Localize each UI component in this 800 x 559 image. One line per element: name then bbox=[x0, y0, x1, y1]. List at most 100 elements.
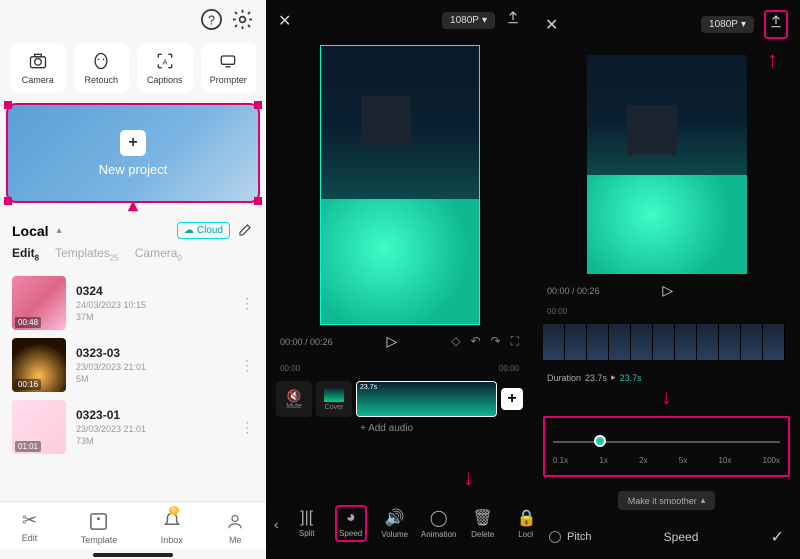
slider-knob[interactable] bbox=[594, 435, 606, 447]
lock-tool[interactable]: 🔒Lock bbox=[511, 508, 533, 539]
radio-unchecked-icon bbox=[549, 531, 561, 543]
nav-edit[interactable]: ✂ Edit bbox=[22, 510, 38, 545]
current-time: 00:00 bbox=[547, 286, 570, 296]
chevron-up-icon[interactable]: ▴ bbox=[57, 225, 62, 236]
duration-new: 23.7s bbox=[620, 373, 642, 383]
arrow-right-icon: ▸ bbox=[611, 372, 616, 383]
cloud-button[interactable]: ☁Cloud bbox=[177, 222, 230, 239]
camera-tool[interactable]: Camera bbox=[10, 43, 66, 93]
arrow-down-indicator: ↓ bbox=[533, 387, 800, 410]
export-button[interactable] bbox=[764, 10, 788, 39]
more-icon[interactable]: ⋮ bbox=[240, 419, 254, 436]
video-preview bbox=[320, 45, 480, 325]
local-heading: Local bbox=[12, 223, 49, 239]
export-button[interactable] bbox=[505, 10, 521, 31]
prompter-tool[interactable]: Prompter bbox=[201, 43, 257, 93]
volume-icon: 🔊 bbox=[385, 508, 405, 528]
camera-icon bbox=[28, 51, 48, 71]
subtab-templates[interactable]: Templates25 bbox=[55, 246, 119, 262]
captions-icon: A bbox=[155, 51, 175, 71]
retouch-tool[interactable]: Retouch bbox=[74, 43, 130, 93]
help-icon[interactable]: ? bbox=[200, 8, 223, 31]
back-icon[interactable]: ‹ bbox=[274, 516, 279, 532]
cover-button[interactable]: Cover bbox=[316, 381, 352, 417]
new-project-button[interactable]: + New project bbox=[6, 103, 260, 203]
arrow-up-indicator: ▼ bbox=[124, 196, 142, 217]
project-size: 73M bbox=[76, 436, 230, 446]
keyframe-icon[interactable]: ◇ bbox=[451, 334, 460, 349]
redo-icon[interactable]: ↷ bbox=[491, 334, 501, 349]
split-icon: ]|[ bbox=[300, 509, 313, 527]
total-time: 00:26 bbox=[310, 337, 333, 347]
lock-icon: 🔒 bbox=[517, 508, 533, 528]
speed-stop: 2x bbox=[639, 456, 647, 465]
tick: 00:00 bbox=[280, 364, 300, 373]
close-icon[interactable]: ✕ bbox=[278, 11, 291, 31]
user-icon bbox=[226, 510, 244, 533]
project-name: 0323-03 bbox=[76, 346, 230, 360]
quality-selector[interactable]: 1080P ▾ bbox=[701, 16, 754, 33]
speed-slider[interactable] bbox=[553, 432, 780, 452]
quality-selector[interactable]: 1080P ▾ bbox=[442, 12, 495, 29]
project-name: 0324 bbox=[76, 284, 230, 298]
more-icon[interactable]: ⋮ bbox=[240, 357, 254, 374]
plus-icon: + bbox=[120, 130, 146, 156]
fullscreen-icon[interactable]: ⛶ bbox=[511, 334, 519, 349]
project-row[interactable]: 00:48 0324 24/03/2023 10:15 37M ⋮ bbox=[0, 272, 266, 334]
add-clip-button[interactable]: + bbox=[501, 388, 523, 410]
speed-tool[interactable]: ◕Speed bbox=[335, 505, 367, 542]
undo-icon[interactable]: ↶ bbox=[470, 334, 480, 349]
add-audio-button[interactable]: + Add audio bbox=[346, 417, 533, 440]
total-time: 00:26 bbox=[577, 286, 600, 296]
prompter-tool-label: Prompter bbox=[210, 75, 247, 85]
delete-tool[interactable]: 🗑Delete bbox=[467, 508, 499, 539]
project-size: 5M bbox=[76, 374, 230, 384]
speed-stop: 100x bbox=[763, 456, 780, 465]
tick: 00:00 bbox=[499, 364, 519, 373]
nav-template[interactable]: Template bbox=[81, 510, 118, 545]
more-icon[interactable]: ⋮ bbox=[240, 295, 254, 312]
project-date: 24/03/2023 10:15 bbox=[76, 300, 230, 310]
delete-icon: 🗑 bbox=[473, 508, 493, 528]
play-button[interactable]: ▷ bbox=[662, 282, 673, 299]
inbox-badge: 5 bbox=[169, 506, 179, 515]
speed-track[interactable] bbox=[533, 316, 800, 368]
confirm-icon[interactable]: ✓ bbox=[771, 527, 784, 547]
subtab-camera[interactable]: Camera0 bbox=[135, 246, 182, 262]
speed-stop: 0.1x bbox=[553, 456, 568, 465]
nav-me[interactable]: Me bbox=[226, 510, 244, 545]
captions-tool[interactable]: A Captions bbox=[137, 43, 193, 93]
cover-thumb bbox=[324, 388, 344, 402]
volume-tool[interactable]: 🔊Volume bbox=[379, 508, 411, 539]
project-size: 37M bbox=[76, 312, 230, 322]
chevron-down-icon: ▾ bbox=[482, 15, 487, 26]
project-row[interactable]: 00:16 0323-03 23/03/2023 21:01 5M ⋮ bbox=[0, 334, 266, 396]
project-thumbnail: 00:48 bbox=[12, 276, 66, 330]
template-icon bbox=[87, 510, 110, 533]
make-smoother-button[interactable]: Make it smoother▴ bbox=[618, 491, 716, 510]
video-clip[interactable]: 23.7s bbox=[356, 381, 497, 417]
project-row[interactable]: 01:01 0323-01 23/03/2023 21:01 73M ⋮ bbox=[0, 396, 266, 458]
camera-tool-label: Camera bbox=[22, 75, 54, 85]
chevron-down-icon: ▾ bbox=[741, 19, 746, 30]
chevron-up-icon: ▴ bbox=[701, 495, 706, 506]
subtab-edit[interactable]: Edit8 bbox=[12, 246, 39, 262]
speed-icon: ◕ bbox=[346, 509, 356, 527]
retouch-tool-label: Retouch bbox=[84, 75, 118, 85]
nav-inbox[interactable]: 5 Inbox bbox=[161, 510, 183, 545]
project-thumbnail: 00:16 bbox=[12, 338, 66, 392]
edit-list-icon[interactable] bbox=[238, 221, 254, 240]
speed-slider-panel: 0.1x 1x 2x 5x 10x 100x bbox=[543, 416, 790, 477]
speed-title: Speed bbox=[664, 530, 699, 544]
project-date: 23/03/2023 21:01 bbox=[76, 424, 230, 434]
animation-tool[interactable]: ◯Animation bbox=[423, 508, 455, 539]
play-button[interactable]: ▷ bbox=[387, 333, 398, 350]
project-thumbnail: 01:01 bbox=[12, 400, 66, 454]
speed-stop: 1x bbox=[599, 456, 607, 465]
split-tool[interactable]: ]|[Split bbox=[291, 509, 323, 538]
svg-text:A: A bbox=[162, 57, 167, 66]
close-icon[interactable]: ✕ bbox=[545, 15, 558, 35]
mute-button[interactable]: 🔇Mute bbox=[276, 381, 312, 417]
settings-icon[interactable] bbox=[231, 8, 254, 31]
pitch-toggle[interactable]: Pitch bbox=[549, 531, 591, 543]
